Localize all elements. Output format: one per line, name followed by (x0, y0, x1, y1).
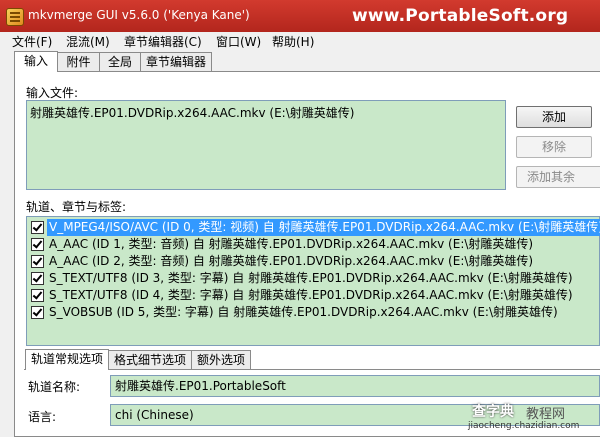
menu-file[interactable]: 文件(F) (12, 33, 52, 50)
track-checkbox[interactable] (31, 238, 44, 251)
menu-help[interactable]: 帮助(H) (272, 33, 314, 50)
track-row[interactable]: A_AAC (ID 1, 类型: 音频) 自 射雕英雄传.EP01.DVDRip… (29, 236, 595, 253)
menu-bar: 文件(F) 混流(M) 章节编辑器(C) 窗口(W) 帮助(H) (0, 32, 600, 50)
site-watermark: www.PortableSoft.org (352, 6, 569, 26)
tab-track-general[interactable]: 轨道常规选项 (25, 349, 109, 370)
tracks-list[interactable]: V_MPEG4/ISO/AVC (ID 0, 类型: 视频) 自 射雕英雄传.E… (26, 216, 600, 346)
app-icon (6, 8, 24, 26)
track-checkbox[interactable] (31, 289, 44, 302)
menu-chapter-editor[interactable]: 章节编辑器(C) (124, 33, 202, 50)
watermark-brand: 查字典 (472, 404, 514, 420)
track-checkbox[interactable] (31, 221, 44, 234)
menu-mux[interactable]: 混流(M) (66, 33, 110, 50)
corner-watermark: 查字典 教程网 jiaocheng.chazidian.com (468, 400, 600, 435)
watermark-url: jiaocheng.chazidian.com (468, 421, 580, 431)
watermark-suffix: 教程网 (526, 407, 566, 422)
add-other-button[interactable]: 添加其余 (516, 166, 600, 188)
track-label: A_AAC (ID 2, 类型: 音频) 自 射雕英雄传.EP01.DVDRip… (49, 254, 534, 268)
track-label: A_AAC (ID 1, 类型: 音频) 自 射雕英雄传.EP01.DVDRip… (49, 237, 534, 251)
tab-input[interactable]: 输入 (14, 51, 58, 72)
tracks-label: 轨道、章节与标签: (26, 200, 127, 214)
menu-window[interactable]: 窗口(W) (216, 33, 261, 50)
tab-chapter-editor[interactable]: 章节编辑器 (140, 52, 212, 71)
input-files-label: 输入文件: (26, 86, 79, 100)
track-label: S_TEXT/UTF8 (ID 3, 类型: 字幕) 自 射雕英雄传.EP01.… (49, 271, 573, 285)
track-checkbox[interactable] (31, 306, 44, 319)
tab-format-details[interactable]: 格式细节选项 (108, 350, 192, 369)
track-row[interactable]: S_VOBSUB (ID 5, 类型: 字幕) 自 射雕英雄传.EP01.DVD… (29, 304, 595, 321)
track-checkbox[interactable] (31, 255, 44, 268)
add-button[interactable]: 添加 (516, 106, 592, 128)
track-label: S_VOBSUB (ID 5, 类型: 字幕) 自 射雕英雄传.EP01.DVD… (49, 305, 558, 319)
tab-global[interactable]: 全局 (99, 52, 141, 71)
track-row[interactable]: S_TEXT/UTF8 (ID 3, 类型: 字幕) 自 射雕英雄传.EP01.… (29, 270, 595, 287)
input-file-item[interactable]: 射雕英雄传.EP01.DVDRip.x264.AAC.mkv (E:\射雕英雄传… (30, 104, 354, 121)
track-label: S_TEXT/UTF8 (ID 4, 类型: 字幕) 自 射雕英雄传.EP01.… (49, 288, 573, 302)
track-row[interactable]: V_MPEG4/ISO/AVC (ID 0, 类型: 视频) 自 射雕英雄传.E… (29, 219, 600, 236)
track-checkbox[interactable] (31, 272, 44, 285)
tab-attachments[interactable]: 附件 (57, 52, 100, 71)
remove-button[interactable]: 移除 (516, 136, 592, 158)
track-row[interactable]: S_TEXT/UTF8 (ID 4, 类型: 字幕) 自 射雕英雄传.EP01.… (29, 287, 595, 304)
track-name-input[interactable]: 射雕英雄传.EP01.PortableSoft (110, 375, 600, 397)
title-bar: mkvmerge GUI v5.6.0 ('Kenya Kane') www.P… (0, 0, 600, 33)
tab-extra-options[interactable]: 额外选项 (191, 350, 251, 369)
track-row[interactable]: A_AAC (ID 2, 类型: 音频) 自 射雕英雄传.EP01.DVDRip… (29, 253, 595, 270)
track-label: V_MPEG4/ISO/AVC (ID 0, 类型: 视频) 自 射雕英雄传.E… (47, 219, 600, 236)
track-name-label: 轨道名称: (28, 380, 81, 394)
window-title: mkvmerge GUI v5.6.0 ('Kenya Kane') (28, 8, 250, 22)
language-label: 语言: (28, 410, 57, 424)
input-files-list[interactable]: 射雕英雄传.EP01.DVDRip.x264.AAC.mkv (E:\射雕英雄传… (26, 100, 506, 190)
